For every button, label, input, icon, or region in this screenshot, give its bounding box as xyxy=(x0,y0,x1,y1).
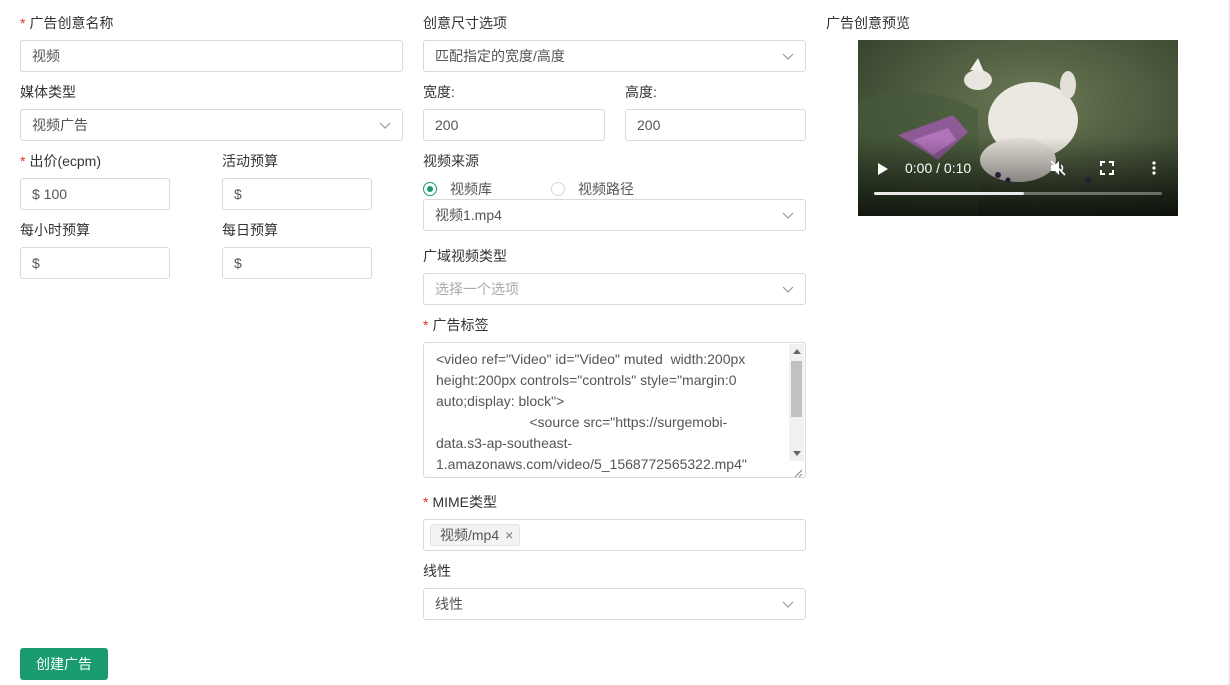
linearity-select[interactable]: 线性 xyxy=(423,588,806,620)
ad-name-input[interactable]: 视频 xyxy=(20,40,403,72)
ad-tag-scrollbar[interactable] xyxy=(789,344,804,461)
media-type-select[interactable]: 视频广告 xyxy=(20,109,403,141)
video-source-label: 视频来源 xyxy=(423,153,479,169)
radio-video-library-label[interactable]: 视频库 xyxy=(450,180,492,198)
ad-tag-textarea[interactable]: <video ref="Video" id="Video" muted widt… xyxy=(423,342,806,478)
height-input[interactable]: 200 xyxy=(625,109,806,141)
wide-video-type-placeholder: 选择一个选项 xyxy=(435,281,519,297)
chevron-down-icon xyxy=(782,50,794,62)
width-value: 200 xyxy=(435,117,459,133)
hourly-budget-label: 每小时预算 xyxy=(20,222,90,238)
chevron-down-icon xyxy=(782,283,794,295)
campaign-budget-input[interactable]: $ xyxy=(222,178,372,210)
hourly-budget-value: $ xyxy=(32,255,40,271)
wide-video-type-select[interactable]: 选择一个选项 xyxy=(423,273,806,305)
daily-budget-input[interactable]: $ xyxy=(222,247,372,279)
daily-budget-label: 每日预算 xyxy=(222,222,278,238)
scroll-down-icon[interactable] xyxy=(793,451,801,456)
play-icon[interactable] xyxy=(878,162,888,178)
chevron-down-icon xyxy=(379,119,391,131)
resize-handle-icon[interactable] xyxy=(793,465,803,477)
mime-type-label: * MIME类型 xyxy=(423,494,498,510)
mime-type-select[interactable]: 视频/mp4 × xyxy=(423,519,806,551)
more-icon[interactable] xyxy=(1152,161,1156,178)
campaign-budget-label: 活动预算 xyxy=(222,153,278,169)
mime-type-tag-label: 视频/mp4 xyxy=(440,527,500,543)
hourly-budget-input[interactable]: $ xyxy=(20,247,170,279)
radio-video-library[interactable] xyxy=(423,182,437,196)
ad-name-value: 视频 xyxy=(32,48,60,64)
size-option-select[interactable]: 匹配指定的宽度/高度 xyxy=(423,40,806,72)
media-type-value: 视频广告 xyxy=(32,117,88,133)
ad-name-label: * 广告创意名称 xyxy=(20,15,114,31)
chevron-down-icon xyxy=(782,209,794,221)
mute-icon[interactable] xyxy=(1049,159,1067,180)
ad-tag-label: * 广告标签 xyxy=(423,317,489,333)
video-file-select[interactable]: 视频1.mp4 xyxy=(423,199,806,231)
campaign-budget-value: $ xyxy=(234,186,242,202)
radio-video-path-label[interactable]: 视频路径 xyxy=(578,180,634,198)
close-icon[interactable]: × xyxy=(505,525,513,545)
video-time: 0:00 / 0:10 xyxy=(905,160,972,176)
bid-label: * 出价(ecpm) xyxy=(20,153,102,169)
scroll-up-icon[interactable] xyxy=(793,349,801,354)
size-option-label: 创意尺寸选项 xyxy=(423,15,507,31)
chevron-down-icon xyxy=(782,598,794,610)
video-preview[interactable]: 0:00 / 0:10 xyxy=(858,40,1178,216)
size-option-value: 匹配指定的宽度/高度 xyxy=(435,48,565,64)
video-file-value: 视频1.mp4 xyxy=(435,207,502,223)
ad-tag-text: <video ref="Video" id="Video" muted widt… xyxy=(436,351,747,472)
height-label: 高度: xyxy=(625,84,657,100)
scroll-thumb[interactable] xyxy=(791,361,802,417)
bid-input[interactable]: $ 100 xyxy=(20,178,170,210)
preview-label: 广告创意预览 xyxy=(826,15,910,31)
mime-type-tag: 视频/mp4 × xyxy=(430,524,521,546)
linearity-value: 线性 xyxy=(435,596,463,612)
width-input[interactable]: 200 xyxy=(423,109,605,141)
height-value: 200 xyxy=(637,117,661,133)
video-progress-fill xyxy=(874,192,1024,195)
media-type-label: 媒体类型 xyxy=(20,84,76,100)
video-frame xyxy=(858,40,1178,216)
radio-video-path[interactable] xyxy=(551,182,565,196)
daily-budget-value: $ xyxy=(234,255,242,271)
fullscreen-icon[interactable] xyxy=(1100,161,1114,178)
create-ad-button[interactable]: 创建广告 xyxy=(20,648,108,680)
bid-value: $ 100 xyxy=(32,186,68,202)
wide-video-type-label: 广域视频类型 xyxy=(423,248,507,264)
video-progress-bar[interactable] xyxy=(874,192,1162,195)
width-label: 宽度: xyxy=(423,84,455,100)
linearity-label: 线性 xyxy=(423,563,451,579)
